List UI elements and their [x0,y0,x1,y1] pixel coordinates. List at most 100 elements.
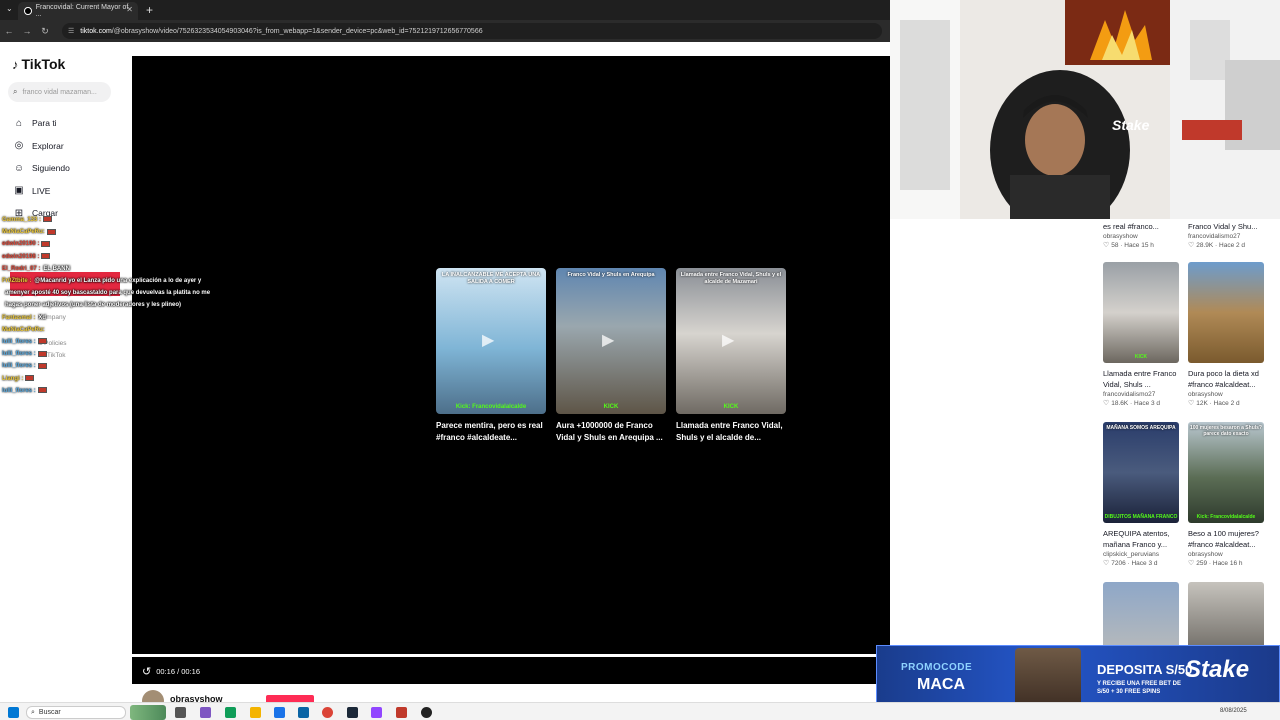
chat-username: lulli_flores : [2,363,36,370]
suggested-video-card[interactable]: Franco Vidal y Shuls en Arequipa ▶ KICK Aur… [556,268,666,444]
replay-icon[interactable]: ↺ [142,665,151,678]
tiktok-favicon-icon [24,7,32,15]
copilot-icon[interactable] [200,707,211,718]
logo-text: TikTok [21,56,66,72]
search-text: franco vidal mazaman... [22,88,97,96]
grid-video-caption[interactable]: Llamada entre Franco Vidal, Shuls ... [1103,368,1179,390]
post-time: Hace 15 h [1124,242,1154,249]
suggested-video-card[interactable]: LA INALCANZABLE ME ACEPTA UNA SALIDA A C… [436,268,546,444]
post-time: Hace 16 h [1212,560,1243,567]
peru-flag-icon [41,253,51,260]
address-bar[interactable]: ☰ tiktok.com /@obrasyshow/video/75263235… [62,23,882,39]
grid-video-tile[interactable]: Franco Vidal y Shu... francovidalismo27 ♡ … [1188,221,1257,249]
grid-video-caption[interactable]: Franco Vidal y Shu... [1188,221,1257,232]
grid-video-caption[interactable]: Beso a 100 mujeres? #franco #alcaldeat..… [1188,528,1264,550]
grid-video-tile[interactable]: KICK Llamada entre Franco Vidal, Shuls ..… [1103,262,1179,407]
start-icon[interactable] [8,707,19,718]
chat-username: Fr0Ztbite : [2,278,32,285]
forward-icon[interactable]: → [18,26,36,36]
grid-video-author[interactable]: obrasyshow [1103,233,1159,240]
suggested-video-thumbnail[interactable]: Franco Vidal y Shuls en Arequipa ▶ KICK [556,268,666,414]
tiktok-note-icon: ♪ [12,56,19,72]
promo-code: MACA [917,676,965,693]
chat-username: edwin20198 : [2,253,40,260]
reload-icon[interactable]: ↻ [36,26,54,37]
home-icon: ⌂ [15,117,23,129]
grid-video-thumbnail[interactable]: 100 mujeres besaron a Shuls? parece dato… [1188,422,1264,523]
grid-video-stats: ♡ 28.9K · Hace 2 d [1188,241,1257,249]
thumbnail-banner-text: 100 mujeres besaron a Shuls? parece dato… [1190,425,1262,437]
browser-tab[interactable]: Francovidal: Current Mayor of ... ✕ [18,2,138,20]
url-host: tiktok.com [80,27,112,35]
play-icon: ▶ [602,332,615,349]
chrome-icon[interactable] [322,707,333,718]
grid-video-caption[interactable]: Dura poco la dieta xd #franco #alcaldeat… [1188,368,1264,390]
suggested-video-caption[interactable]: Aura +1000000 de Franco Vidal y Shuls en… [556,420,666,444]
steam-icon[interactable] [347,707,358,718]
post-time: Hace 3 d [1131,560,1158,567]
play-icon: ▶ [482,332,495,349]
grid-video-stats: ♡ 7206 · Hace 3 d [1103,559,1179,567]
task-view-icon[interactable] [175,707,186,718]
chat-username: MaNiaCaPeRu: [2,326,45,333]
chat-username: MaNiaCaPeRu: [2,229,45,236]
grid-video-caption[interactable]: es real #franco... [1103,221,1159,232]
tab-menu-chevron-icon[interactable]: ⌄ [6,4,13,13]
grid-video-thumbnail[interactable] [1188,262,1264,363]
suggested-video-caption[interactable]: Parece mentira, pero es real #franco #al… [436,420,546,444]
grid-video-caption[interactable]: AREQUIPA atentos, mañana Franco y... [1103,528,1179,550]
taskbar-search[interactable]: ⌕ Buscar [26,706,126,719]
chat-text: @Macanrid yo el Lanza pido una explicaci… [34,278,202,285]
chat-message: lulli_flores : [2,348,252,360]
grid-video-author[interactable]: obrasyshow [1188,391,1264,398]
store-icon[interactable] [274,707,285,718]
grid-video-author[interactable]: francovidalismo27 [1103,391,1179,398]
sidebar-item-label: LIVE [32,185,51,196]
grid-video-author[interactable]: francovidalismo27 [1188,233,1257,240]
taskbar-search-text: Buscar [38,709,61,716]
grid-video-author[interactable]: obrasyshow [1188,551,1264,558]
grid-video-tile[interactable]: MAÑANA SOMOS AREQUIPA DIBUJITOS MAÑANA FR… [1103,422,1179,567]
obs-icon[interactable] [371,707,382,718]
like-count: 259 [1196,560,1208,567]
grid-video-author[interactable]: clipskick_peruvians [1103,551,1179,558]
record-icon[interactable] [421,707,432,718]
chat-username: Gamma_133 : [2,217,42,223]
file-explorer-icon[interactable] [250,707,261,718]
heart-icon: ♡ [1103,242,1112,249]
peru-flag-icon [43,216,53,223]
site-info-icon[interactable]: ☰ [68,27,74,35]
search-input[interactable]: ⌕ franco vidal mazaman... [8,82,111,102]
sidebar-item-siguiendo[interactable]: ☺ Siguiendo [12,157,70,180]
thumbnail-banner-text: Llamada entre Franco Vidal, Shuls y el a… [680,272,782,285]
thumbnail-watermark-text: KICK [1134,354,1148,360]
suggested-video-thumbnail[interactable]: Llamada entre Franco Vidal, Shuls y el a… [676,268,786,414]
sidebar-item-para-ti[interactable]: ⌂ Para ti [12,112,70,135]
suggested-video-thumbnail[interactable]: LA INALCANZABLE ME ACEPTA UNA SALIDA A C… [436,268,546,414]
grid-video-stats: ♡ 58 · Hace 15 h [1103,241,1159,249]
chat-message: Fr0Ztbite : @Macanrid yo el Lanza pido un… [2,275,252,287]
outlook-icon[interactable] [298,707,309,718]
tab-close-icon[interactable]: ✕ [126,5,133,14]
back-icon[interactable]: ← [0,26,18,36]
new-tab-icon[interactable]: + [146,3,153,17]
grid-video-thumbnail[interactable]: KICK [1103,262,1179,363]
sidebar-item-live[interactable]: ▣ LIVE [12,180,70,203]
chat-message: lulli_flores : [2,336,252,348]
grid-video-tile[interactable]: Dura poco la dieta xd #franco #alcaldeat… [1188,262,1264,407]
grid-video-tile[interactable]: 100 mujeres besaron a Shuls? parece dato… [1188,422,1264,567]
weather-widget[interactable] [130,705,166,720]
tiktok-logo[interactable]: ♪ TikTok [12,56,65,72]
edge-icon[interactable] [225,707,236,718]
grid-video-tile[interactable]: es real #franco... obrasyshow ♡ 58 · Hace … [1103,221,1159,249]
grid-video-thumbnail[interactable]: MAÑANA SOMOS AREQUIPA DIBUJITOS MAÑANA FR… [1103,422,1179,523]
screen: ⌄ Francovidal: Current Mayor of ... ✕ + … [0,0,1280,720]
promo-code-label: PROMOCODE [901,662,973,673]
suggested-video-caption[interactable]: Llamada entre Franco Vidal, Shuls y el a… [676,420,786,444]
sidebar-item-explorar[interactable]: ◎ Explorar [12,135,70,158]
like-count: 7206 [1111,560,1126,567]
related-videos-grid: es real #franco... obrasyshow ♡ 58 · Hace … [1090,219,1280,719]
app-icon[interactable] [396,707,407,718]
suggested-video-card[interactable]: Llamada entre Franco Vidal, Shuls y el a… [676,268,786,444]
video-progress-bar[interactable] [132,654,890,657]
